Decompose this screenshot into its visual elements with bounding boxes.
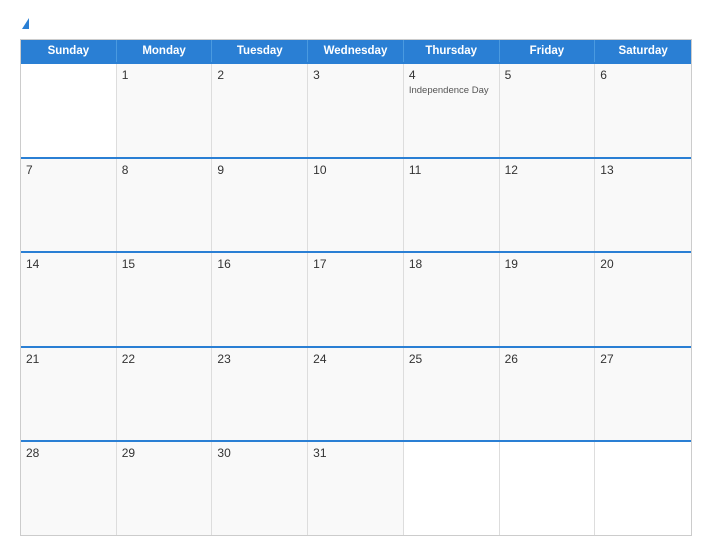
day-number: 6: [600, 68, 686, 82]
day-number: 1: [122, 68, 207, 82]
day-number: 28: [26, 446, 111, 460]
day-cell: 30: [212, 442, 308, 535]
day-cell: 9: [212, 159, 308, 252]
day-number: 14: [26, 257, 111, 271]
day-cell: [595, 442, 691, 535]
day-number: 24: [313, 352, 398, 366]
day-number: 10: [313, 163, 398, 177]
day-header-monday: Monday: [117, 40, 213, 62]
day-number: 13: [600, 163, 686, 177]
day-number: 16: [217, 257, 302, 271]
day-cell: [404, 442, 500, 535]
day-number: 27: [600, 352, 686, 366]
day-cell: 2: [212, 64, 308, 157]
day-number: 8: [122, 163, 207, 177]
day-number: 29: [122, 446, 207, 460]
day-number: 7: [26, 163, 111, 177]
day-cell: 16: [212, 253, 308, 346]
day-number: 26: [505, 352, 590, 366]
day-number: 20: [600, 257, 686, 271]
day-cell: 20: [595, 253, 691, 346]
day-number: 3: [313, 68, 398, 82]
header: [20, 18, 692, 29]
week-row-4: 21 22 23 24 25 26 27: [21, 346, 691, 441]
days-header: SundayMondayTuesdayWednesdayThursdayFrid…: [21, 40, 691, 62]
day-cell: [21, 64, 117, 157]
day-cell: 31: [308, 442, 404, 535]
day-header-tuesday: Tuesday: [212, 40, 308, 62]
day-cell: 18: [404, 253, 500, 346]
week-row-3: 14 15 16 17 18 19 20: [21, 251, 691, 346]
day-number: 30: [217, 446, 302, 460]
day-header-sunday: Sunday: [21, 40, 117, 62]
day-cell: 12: [500, 159, 596, 252]
day-cell: 7: [21, 159, 117, 252]
day-number: 9: [217, 163, 302, 177]
day-number: 21: [26, 352, 111, 366]
day-cell: 5: [500, 64, 596, 157]
day-cell: 27: [595, 348, 691, 441]
day-cell: 28: [21, 442, 117, 535]
calendar-page: SundayMondayTuesdayWednesdayThursdayFrid…: [0, 0, 712, 550]
day-number: 11: [409, 163, 494, 177]
day-cell: 23: [212, 348, 308, 441]
day-cell: 24: [308, 348, 404, 441]
day-cell: 10: [308, 159, 404, 252]
day-cell: 3: [308, 64, 404, 157]
day-number: 23: [217, 352, 302, 366]
day-number: 17: [313, 257, 398, 271]
day-cell: 8: [117, 159, 213, 252]
day-number: 5: [505, 68, 590, 82]
day-header-wednesday: Wednesday: [308, 40, 404, 62]
calendar-grid: SundayMondayTuesdayWednesdayThursdayFrid…: [20, 39, 692, 536]
day-cell: [500, 442, 596, 535]
day-number: 25: [409, 352, 494, 366]
day-number: 18: [409, 257, 494, 271]
logo-triangle-icon: [22, 18, 29, 29]
week-row-1: 1234 Independence Day 56: [21, 62, 691, 157]
day-cell: 11: [404, 159, 500, 252]
day-cell: 25: [404, 348, 500, 441]
day-cell: 1: [117, 64, 213, 157]
day-number: 2: [217, 68, 302, 82]
week-row-5: 28 29 30 31: [21, 440, 691, 535]
day-number: 22: [122, 352, 207, 366]
day-cell: 22: [117, 348, 213, 441]
day-cell: 13: [595, 159, 691, 252]
day-header-saturday: Saturday: [595, 40, 691, 62]
event-label: Independence Day: [409, 85, 494, 96]
day-cell: 19: [500, 253, 596, 346]
day-number: 15: [122, 257, 207, 271]
weeks-container: 1234Independence Day56789101112131415161…: [21, 62, 691, 535]
day-cell: 14: [21, 253, 117, 346]
day-cell: 15: [117, 253, 213, 346]
day-number: 4: [409, 68, 494, 82]
day-header-friday: Friday: [500, 40, 596, 62]
day-number: 31: [313, 446, 398, 460]
week-row-2: 789 10 11 12 13: [21, 157, 691, 252]
day-cell: 29: [117, 442, 213, 535]
day-cell: 26: [500, 348, 596, 441]
day-cell: 4 Independence Day: [404, 64, 500, 157]
day-number: 12: [505, 163, 590, 177]
day-number: 19: [505, 257, 590, 271]
day-cell: 17: [308, 253, 404, 346]
day-cell: 21: [21, 348, 117, 441]
day-cell: 6: [595, 64, 691, 157]
day-header-thursday: Thursday: [404, 40, 500, 62]
logo: [20, 18, 29, 29]
